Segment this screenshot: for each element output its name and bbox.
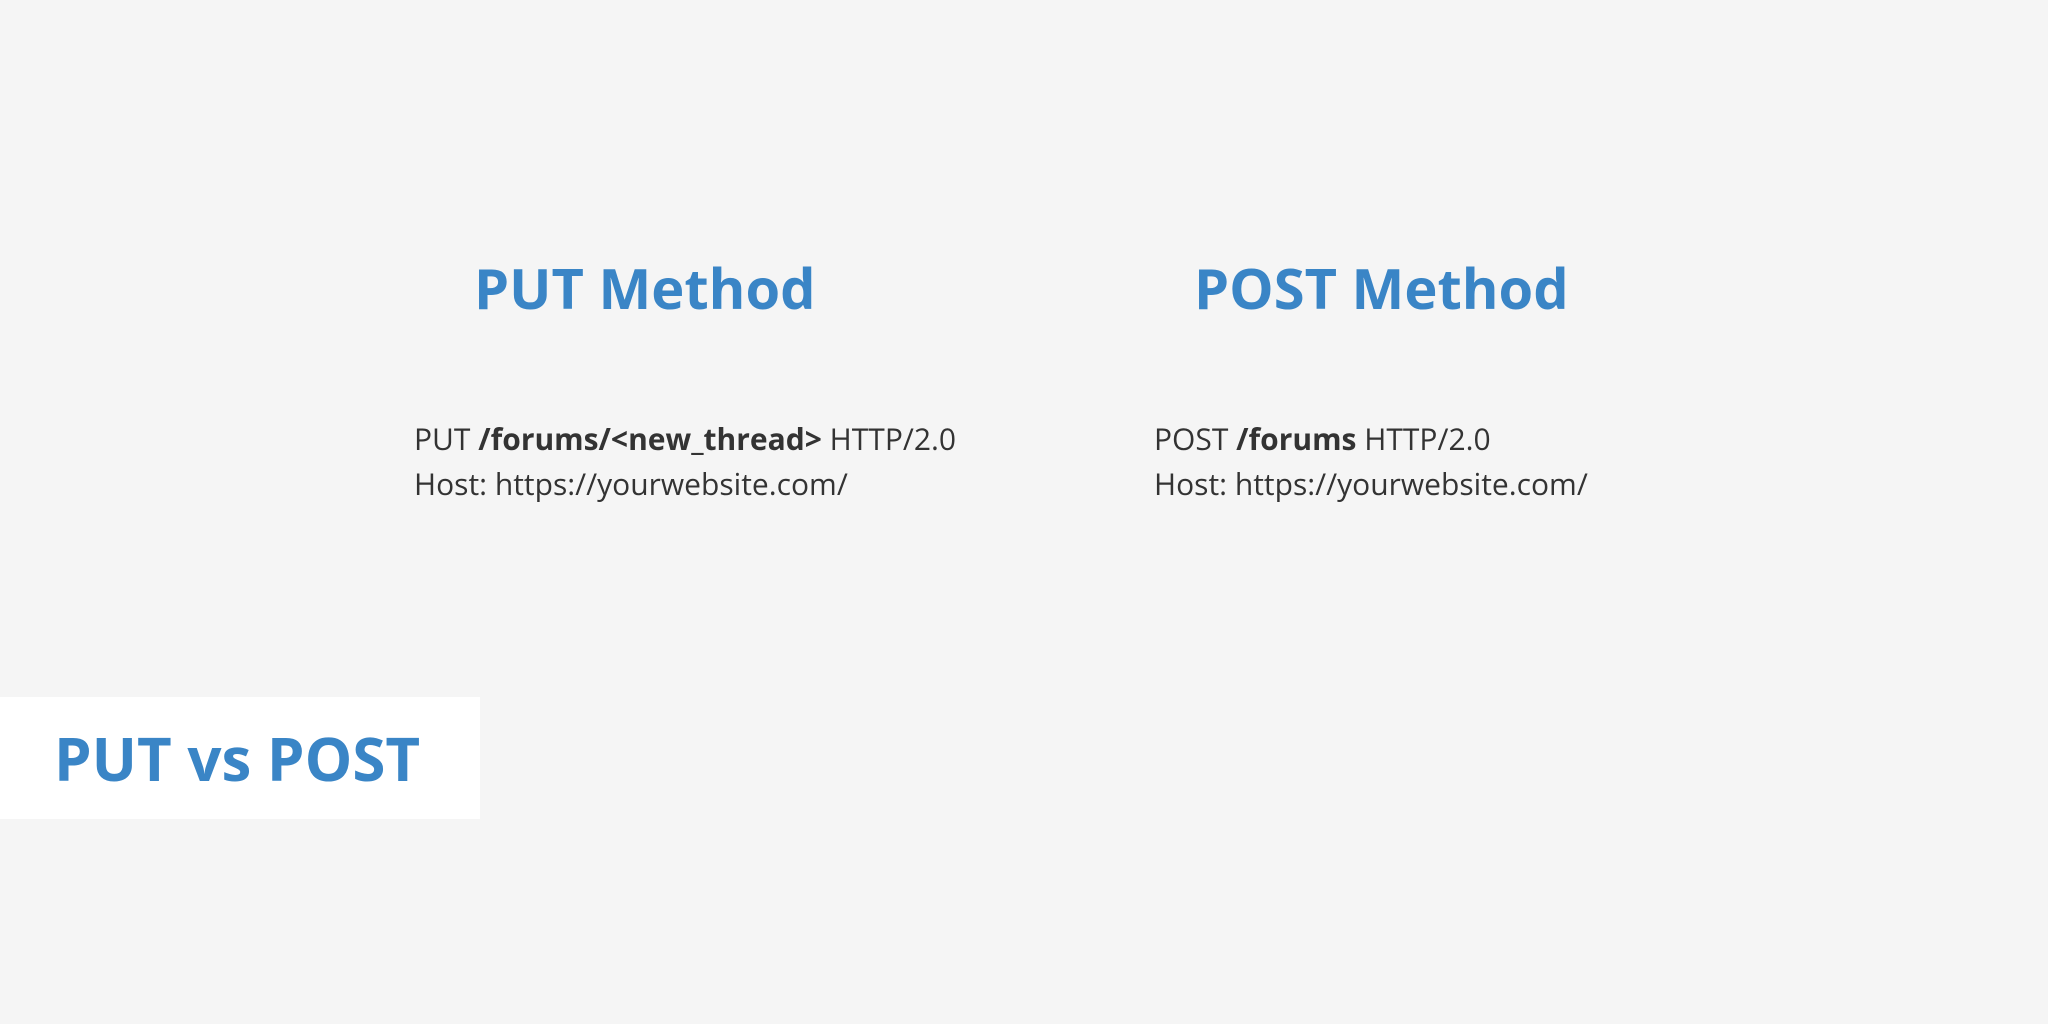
post-heading: POST Method — [1194, 250, 1569, 326]
post-host-line: Host: https://yourwebsite.com/ — [1154, 461, 1588, 506]
put-column: PUT Method PUT /forums/<new_thread> HTTP… — [414, 250, 974, 506]
put-heading: PUT Method — [474, 250, 816, 326]
put-request-line: PUT /forums/<new_thread> HTTP/2.0 — [414, 416, 956, 461]
title-badge: PUT vs POST — [0, 697, 480, 819]
put-path: /forums/<new_thread> — [478, 418, 822, 459]
content-wrapper: PUT Method PUT /forums/<new_thread> HTTP… — [0, 0, 2048, 506]
post-request-block: POST /forums HTTP/2.0 Host: https://your… — [1154, 416, 1588, 506]
post-path: /forums — [1236, 418, 1356, 459]
put-verb: PUT — [414, 418, 478, 459]
post-protocol: HTTP/2.0 — [1356, 418, 1490, 459]
put-request-block: PUT /forums/<new_thread> HTTP/2.0 Host: … — [414, 416, 956, 506]
post-verb: POST — [1154, 418, 1236, 459]
post-column: POST Method POST /forums HTTP/2.0 Host: … — [1154, 250, 1634, 506]
put-protocol: HTTP/2.0 — [822, 418, 956, 459]
put-host-line: Host: https://yourwebsite.com/ — [414, 461, 956, 506]
post-request-line: POST /forums HTTP/2.0 — [1154, 416, 1588, 461]
